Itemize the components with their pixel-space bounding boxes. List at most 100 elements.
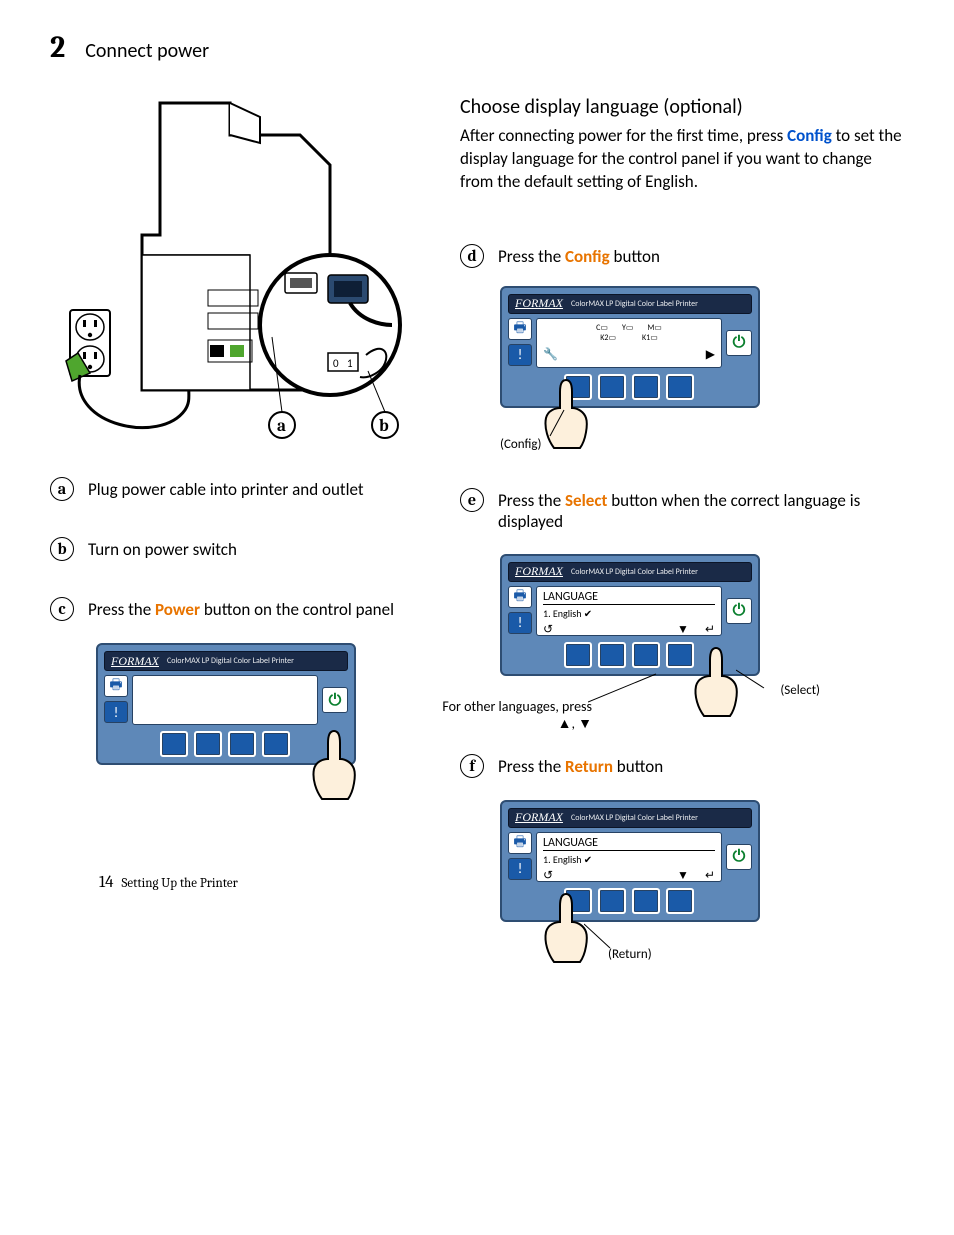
- config-button[interactable]: [564, 374, 592, 400]
- f-bold: Return: [565, 756, 613, 777]
- bullet-b: b: [50, 537, 74, 561]
- check-icon: ✔: [584, 853, 592, 866]
- return-caption: (Return): [608, 947, 652, 962]
- soft-button-2[interactable]: [598, 888, 626, 914]
- soft-button-4[interactable]: [666, 374, 694, 400]
- intro-config: Config: [787, 125, 832, 146]
- alert-icon: !: [508, 344, 532, 366]
- step-e-text: Press the Select button when the correct…: [498, 488, 904, 532]
- e-prefix: Press the: [498, 490, 565, 511]
- select-button[interactable]: [666, 642, 694, 668]
- subheading: Choose display language (optional): [460, 95, 904, 119]
- step-c: c Press the Power button on the control …: [50, 597, 420, 621]
- intro-p1: After connecting power for the first tim…: [460, 125, 787, 146]
- panel-d: FORMAXColorMAX LP Digital Color Label Pr…: [500, 286, 760, 408]
- panel-screen-ink: C▭ Y▭ M▭ K2▭ K1▭ 🔧 ▶: [536, 318, 722, 368]
- check-icon: ✔: [584, 607, 592, 620]
- panel-screen-blank: [132, 675, 318, 725]
- printer-icon: 🖶: [508, 586, 532, 608]
- intro-paragraph: After connecting power for the first tim…: [460, 125, 904, 194]
- step-b: b Turn on power switch: [50, 537, 420, 561]
- d-bold: Config: [565, 246, 610, 267]
- soft-button-3[interactable]: [632, 642, 660, 668]
- bullet-d: d: [460, 244, 484, 268]
- config-caption: (Config): [500, 437, 541, 452]
- svg-text:a: a: [277, 417, 286, 436]
- power-button[interactable]: ⏻: [726, 598, 752, 624]
- return-icon: ↺: [543, 868, 553, 883]
- soft-button-2[interactable]: [598, 642, 626, 668]
- callout-line: [584, 922, 614, 952]
- step-number: 2: [50, 30, 65, 65]
- bullet-c: c: [50, 597, 74, 621]
- soft-button-1[interactable]: [160, 731, 188, 757]
- e-bold: Select: [565, 490, 607, 511]
- step-c-prefix: Press the: [88, 599, 155, 620]
- step-b-text: Turn on power switch: [88, 537, 420, 560]
- svg-text:b: b: [379, 417, 389, 436]
- d-prefix: Press the: [498, 246, 565, 267]
- step-title: Connect power: [85, 39, 209, 63]
- f-suffix: button: [613, 756, 663, 777]
- play-icon: ▶: [706, 347, 715, 362]
- soft-button-4[interactable]: [666, 888, 694, 914]
- printer-power-illustration: 01 a b: [50, 95, 420, 455]
- printer-icon: 🖶: [508, 318, 532, 340]
- soft-button-4[interactable]: [262, 731, 290, 757]
- bullet-a: a: [50, 477, 74, 501]
- page-number: 14: [99, 873, 114, 892]
- panel-screen-lang: LANGUAGE 1. English ✔ ↺ ▼ ↵: [536, 586, 722, 636]
- return-icon: ↺: [543, 622, 553, 637]
- step-c-suffix: button on the control panel: [200, 599, 394, 620]
- step-e: e Press the Select button when the corre…: [460, 488, 904, 532]
- up-arrow-icon: ▲: [558, 715, 572, 732]
- step-a-text: Plug power cable into printer and outlet: [88, 477, 420, 500]
- callout-line: [588, 672, 658, 706]
- down-arrow-icon: ▼: [578, 715, 592, 732]
- step-d-text: Press the Config button: [498, 244, 904, 267]
- panel-screen-lang: LANGUAGE 1. English ✔ ↺ ▼ ↵: [536, 832, 722, 882]
- bullet-f: f: [460, 754, 484, 778]
- step-d: d Press the Config button: [460, 244, 904, 268]
- soft-button-2[interactable]: [194, 731, 222, 757]
- page-footer: 14 Setting Up the Printer: [99, 873, 238, 892]
- printer-icon: 🖶: [104, 675, 128, 697]
- soft-button-2[interactable]: [598, 374, 626, 400]
- return-button[interactable]: [564, 888, 592, 914]
- step-header: 2 Connect power: [50, 30, 904, 65]
- step-c-text: Press the Power button on the control pa…: [88, 597, 420, 620]
- step-f-text: Press the Return button: [498, 754, 904, 777]
- other-lang-note: For other languages, press ▲, ▼: [422, 698, 592, 732]
- soft-button-1[interactable]: [564, 642, 592, 668]
- bullet-e: e: [460, 488, 484, 512]
- panel-f: FORMAXColorMAX LP Digital Color Label Pr…: [500, 800, 760, 922]
- power-button[interactable]: ⏻: [322, 687, 348, 713]
- panel-e: FORMAXColorMAX LP Digital Color Label Pr…: [500, 554, 760, 676]
- soft-button-3[interactable]: [228, 731, 256, 757]
- alert-icon: !: [508, 858, 532, 880]
- svg-text:0: 0: [333, 357, 339, 370]
- svg-text:1: 1: [347, 357, 353, 370]
- enter-arrow-icon: ↵: [705, 622, 715, 637]
- alert-icon: !: [104, 701, 128, 723]
- soft-button-3[interactable]: [632, 374, 660, 400]
- step-a: a Plug power cable into printer and outl…: [50, 477, 420, 501]
- f-prefix: Press the: [498, 756, 565, 777]
- step-f: f Press the Return button: [460, 754, 904, 778]
- down-arrow-icon: ▼: [677, 622, 689, 637]
- step-c-bold: Power: [155, 599, 200, 620]
- select-caption: (Select): [780, 683, 820, 698]
- panel-tag: ColorMAX LP Digital Color Label Printer: [167, 656, 294, 666]
- alert-icon: !: [508, 612, 532, 634]
- callout-line: [736, 668, 766, 694]
- printer-icon: 🖶: [508, 832, 532, 854]
- panel-brand: FORMAX: [111, 654, 159, 669]
- soft-button-3[interactable]: [632, 888, 660, 914]
- enter-arrow-icon: ↵: [705, 868, 715, 883]
- power-button[interactable]: ⏻: [726, 844, 752, 870]
- power-button[interactable]: ⏻: [726, 330, 752, 356]
- down-arrow-icon: ▼: [677, 868, 689, 883]
- d-suffix: button: [610, 246, 660, 267]
- wrench-icon: 🔧: [543, 347, 558, 362]
- panel-c: FORMAX ColorMAX LP Digital Color Label P…: [96, 643, 356, 765]
